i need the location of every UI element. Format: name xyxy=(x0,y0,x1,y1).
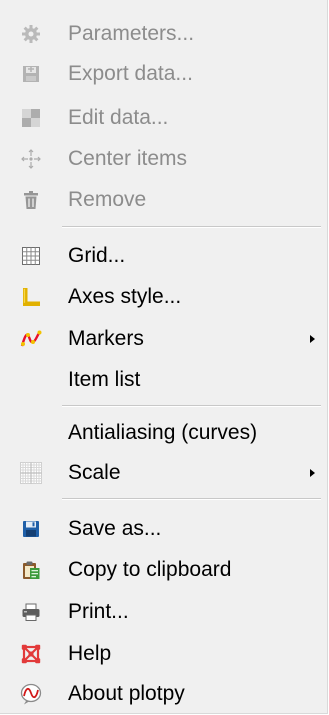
menu-item-label: Antialiasing (curves) xyxy=(68,421,258,444)
menu-item-item-list[interactable]: Item list xyxy=(0,360,328,400)
menu-item-center-items[interactable]: Center items xyxy=(0,139,328,179)
trash-icon xyxy=(20,189,42,211)
menu-item-label: Parameters... xyxy=(68,22,195,45)
menu-item-parameters[interactable]: Parameters... xyxy=(0,14,328,54)
menu-item-label: Markers xyxy=(68,327,144,350)
menu-item-scale[interactable]: Scale xyxy=(0,453,328,493)
menu-item-label: Save as... xyxy=(68,517,162,540)
clipboard-icon xyxy=(20,559,42,581)
menu-item-label: Item list xyxy=(68,368,141,391)
menu-item-edit-data[interactable]: Edit data... xyxy=(0,98,328,138)
menu-item-export-data[interactable]: Export data... xyxy=(0,54,328,94)
menu-item-copy-to-clipboard[interactable]: Copy to clipboard xyxy=(0,550,328,590)
menu-item-label: Grid... xyxy=(68,244,126,267)
gear-icon xyxy=(20,23,42,45)
menu-item-markers[interactable]: Markers xyxy=(0,319,328,359)
menu-item-label: Help xyxy=(68,642,112,665)
menu-separator xyxy=(62,405,321,407)
menu-item-remove[interactable]: Remove xyxy=(0,180,328,220)
export-data-icon xyxy=(20,63,42,85)
menu-item-axes-style[interactable]: Axes style... xyxy=(0,277,328,317)
grid-icon xyxy=(20,245,42,267)
plotpy-logo-icon xyxy=(20,683,42,705)
menu-item-help[interactable]: Help xyxy=(0,634,328,674)
axes-icon xyxy=(20,286,42,308)
menu-item-label: Edit data... xyxy=(68,106,169,129)
menu-item-about-plotpy[interactable]: About plotpy xyxy=(0,674,328,714)
menu-separator xyxy=(62,498,321,500)
menu-item-print[interactable]: Print... xyxy=(0,592,328,632)
menu-item-save-as[interactable]: Save as... xyxy=(0,509,328,549)
menu-item-label: Remove xyxy=(68,188,147,211)
menu-item-label: Export data... xyxy=(68,62,193,85)
edit-data-icon xyxy=(20,107,42,129)
scale-icon xyxy=(20,462,42,484)
menu-separator xyxy=(62,226,321,228)
submenu-arrow-icon xyxy=(310,469,315,477)
printer-icon xyxy=(20,601,42,623)
menu-item-label: Axes style... xyxy=(68,285,182,308)
menu-item-antialiasing[interactable]: Antialiasing (curves) xyxy=(0,413,328,453)
floppy-disk-icon xyxy=(20,518,42,540)
context-menu: Parameters... Export data... Edit data..… xyxy=(0,0,328,714)
help-icon xyxy=(20,643,42,665)
menu-item-label: Scale xyxy=(68,461,121,484)
menu-item-label: Print... xyxy=(68,600,129,623)
menu-item-label: Center items xyxy=(68,147,188,170)
markers-icon xyxy=(20,328,42,350)
menu-item-label: About plotpy xyxy=(68,682,185,705)
submenu-arrow-icon xyxy=(310,335,315,343)
menu-item-label: Copy to clipboard xyxy=(68,558,232,581)
center-items-icon xyxy=(20,148,42,170)
menu-item-grid[interactable]: Grid... xyxy=(0,236,328,276)
